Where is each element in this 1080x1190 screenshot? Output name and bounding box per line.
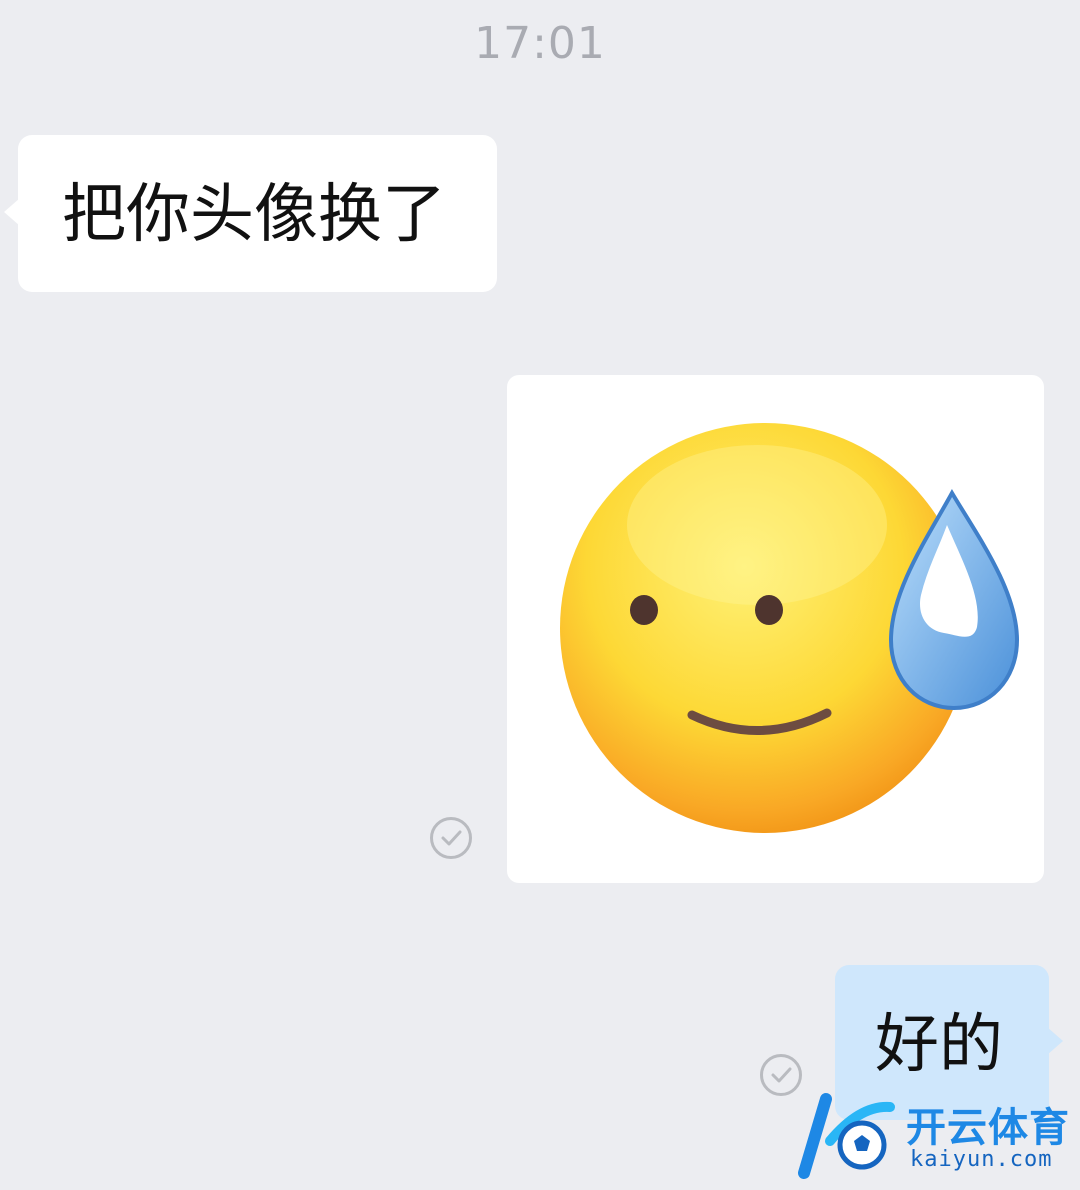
incoming-message-text: 把你头像换了 [62,178,446,252]
sweat-smile-emoji-icon [560,423,1020,833]
kaiyun-k-logo-icon [798,1093,895,1179]
chat-view: 17:01 把你头像换了 好的 开云体育 kaiyun.com [0,0,1080,1190]
bubble-tail [1047,1027,1063,1055]
outgoing-message-text: 好的 [875,1008,1003,1082]
read-check-icon [430,817,472,859]
message-timestamp: 17:01 [474,18,606,69]
incoming-message-bubble[interactable]: 把你头像换了 [4,135,497,292]
watermark: 开云体育 kaiyun.com [790,1085,1080,1190]
image-message[interactable] [507,375,1044,883]
watermark-domain: kaiyun.com [910,1147,1053,1172]
watermark-brand-name: 开云体育 [906,1105,1070,1151]
bubble-tail [4,198,20,226]
